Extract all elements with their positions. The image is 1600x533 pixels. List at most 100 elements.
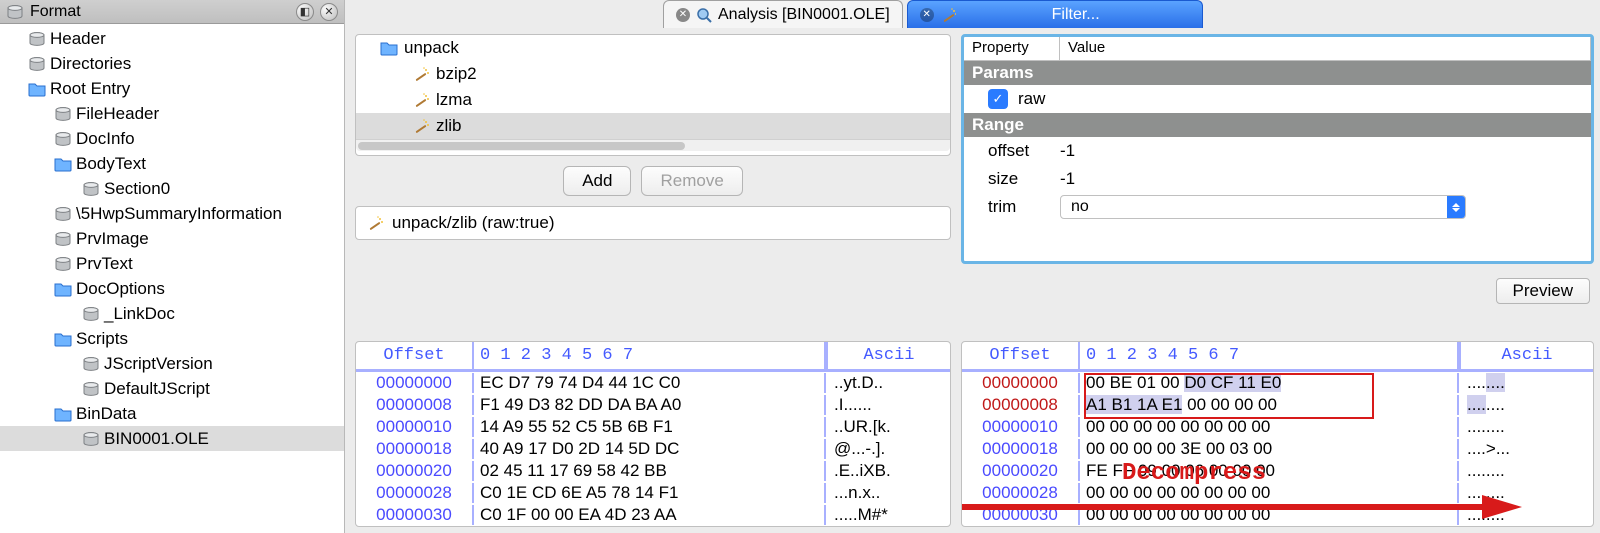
folder-icon — [54, 331, 72, 347]
sidebar-header: Format ◧ ✕ — [0, 0, 344, 24]
tab-filter[interactable]: ✕ Filter... — [907, 0, 1203, 28]
tree-item[interactable]: PrvText — [0, 251, 344, 276]
tree-item-label: Header — [50, 29, 106, 49]
tab-analysis[interactable]: ✕ Analysis [BIN0001.OLE] — [663, 0, 903, 28]
hex-offset: 00000018 — [356, 439, 474, 459]
preview-row: Preview — [961, 270, 1594, 304]
unpack-item[interactable]: lzma — [356, 87, 950, 113]
tree-item-label: BodyText — [76, 154, 146, 174]
tab-bar: ✕ Analysis [BIN0001.OLE] ✕ Filter... — [345, 0, 1600, 28]
close-icon[interactable]: ✕ — [920, 8, 934, 22]
tree-item[interactable]: Header — [0, 26, 344, 51]
chevron-updown-icon[interactable] — [1447, 196, 1465, 218]
database-icon — [82, 182, 100, 196]
hex-bytes: 00 00 00 00 3E 00 03 00 — [1080, 439, 1459, 459]
hex-ascii: ........ — [1459, 461, 1593, 481]
sidebar-close-button[interactable]: ✕ — [320, 3, 338, 21]
range-offset-row[interactable]: offset -1 — [964, 137, 1591, 165]
database-icon — [82, 307, 100, 321]
trim-select[interactable]: no — [1060, 195, 1466, 219]
hex-ascii: ........ — [1459, 373, 1593, 393]
tree-item[interactable]: _LinkDoc — [0, 301, 344, 326]
tree-item[interactable]: JScriptVersion — [0, 351, 344, 376]
unpack-item[interactable]: zlib — [356, 113, 950, 139]
hex-ascii: @...-.]. — [826, 439, 950, 459]
folder-icon — [54, 156, 72, 172]
hex-ascii: .....M#* — [826, 505, 950, 525]
hex-pane-right[interactable]: Offset 0 1 2 3 4 5 6 7 Ascii 0000000000 … — [961, 341, 1594, 527]
tree-item[interactable]: BodyText — [0, 151, 344, 176]
param-raw-row[interactable]: ✓ raw — [964, 85, 1591, 113]
hex-ascii: ..yt.D.. — [826, 373, 950, 393]
offset-key: offset — [988, 141, 1050, 161]
col-property: Property — [964, 37, 1060, 60]
hex-col-bytes: 0 1 2 3 4 5 6 7 — [474, 342, 826, 369]
unpack-tree[interactable]: unpack bzip2lzmazlib — [356, 35, 950, 139]
section-range: Range — [964, 113, 1591, 137]
hex-bytes: C0 1E CD 6E A5 78 14 F1 — [474, 483, 826, 503]
tree-item[interactable]: FileHeader — [0, 101, 344, 126]
trim-value: no — [1061, 198, 1447, 216]
hex-body-left: 00000000EC D7 79 74 D4 44 1C C0..yt.D.. 0… — [356, 372, 950, 526]
hex-offset: 00000030 — [356, 505, 474, 525]
folder-icon — [28, 81, 46, 97]
hex-header: Offset 0 1 2 3 4 5 6 7 Ascii — [356, 342, 950, 372]
section-params: Params — [964, 61, 1591, 85]
hex-offset: 00000008 — [962, 395, 1080, 415]
tree-item[interactable]: BinData — [0, 401, 344, 426]
hex-bytes: 00 00 00 00 00 00 00 00 — [1080, 483, 1459, 503]
add-button[interactable]: Add — [563, 166, 631, 196]
hex-bytes: EC D7 79 74 D4 44 1C C0 — [474, 373, 826, 393]
stack-icon — [6, 5, 24, 19]
tree-item[interactable]: Scripts — [0, 326, 344, 351]
tree-item-label: \5HwpSummaryInformation — [76, 204, 282, 224]
param-raw-label: raw — [1018, 89, 1045, 109]
hex-bytes: 40 A9 17 D0 2D 14 5D DC — [474, 439, 826, 459]
hex-offset: 00000010 — [356, 417, 474, 437]
hex-row: 0000002002 45 11 17 69 58 42 BB.E..iXB. — [356, 460, 950, 482]
hex-pane-left[interactable]: Offset 0 1 2 3 4 5 6 7 Ascii 00000000EC … — [355, 341, 951, 527]
tree-item[interactable]: BIN0001.OLE — [0, 426, 344, 451]
hex-offset: 00000000 — [356, 373, 474, 393]
hex-ascii: ...n.x.. — [826, 483, 950, 503]
tree-item[interactable]: DocOptions — [0, 276, 344, 301]
checkbox-checked-icon[interactable]: ✓ — [988, 89, 1008, 109]
offset-value: -1 — [1060, 141, 1075, 161]
hex-offset: 00000028 — [962, 483, 1080, 503]
hex-offset: 00000018 — [962, 439, 1080, 459]
tree-item[interactable]: DocInfo — [0, 126, 344, 151]
tree-item[interactable]: Directories — [0, 51, 344, 76]
hex-row: 0000001000 00 00 00 00 00 00 00........ — [962, 416, 1593, 438]
hex-col-ascii: Ascii — [1459, 342, 1593, 369]
hex-bytes: 00 00 00 00 00 00 00 00 — [1080, 505, 1459, 525]
tree-item[interactable]: Root Entry — [0, 76, 344, 101]
database-icon — [82, 357, 100, 371]
hex-col-bytes: 0 1 2 3 4 5 6 7 — [1080, 342, 1459, 369]
tree-item-label: BIN0001.OLE — [104, 429, 209, 449]
range-size-row[interactable]: size -1 — [964, 165, 1591, 193]
close-icon[interactable]: ✕ — [676, 8, 690, 22]
hex-row: 00000020FE FF 09 00 06 00 00 00........ — [962, 460, 1593, 482]
tree-item[interactable]: PrvImage — [0, 226, 344, 251]
unpack-root[interactable]: unpack — [356, 35, 950, 61]
tree-item[interactable]: \5HwpSummaryInformation — [0, 201, 344, 226]
remove-button[interactable]: Remove — [641, 166, 742, 196]
tree-view[interactable]: HeaderDirectoriesRoot EntryFileHeaderDoc… — [0, 24, 344, 533]
unpack-item[interactable]: bzip2 — [356, 61, 950, 87]
tree-item[interactable]: Section0 — [0, 176, 344, 201]
hex-row: 00000030C0 1F 00 00 EA 4D 23 AA.....M#* — [356, 504, 950, 526]
h-scrollbar[interactable] — [356, 139, 950, 151]
preview-button[interactable]: Preview — [1496, 278, 1590, 304]
sidebar-collapse-button[interactable]: ◧ — [296, 3, 314, 21]
tree-item[interactable]: DefaultJScript — [0, 376, 344, 401]
hex-offset: 00000008 — [356, 395, 474, 415]
hex-bytes: 14 A9 55 52 C5 5B 6B F1 — [474, 417, 826, 437]
folder-icon — [54, 281, 72, 297]
hex-bytes: FE FF 09 00 06 00 00 00 — [1080, 461, 1459, 481]
trim-key: trim — [988, 197, 1050, 217]
search-icon — [696, 7, 712, 23]
range-trim-row[interactable]: trim no — [964, 193, 1591, 221]
unpack-label: unpack — [404, 38, 459, 58]
property-header: Property Value — [964, 37, 1591, 61]
tree-item-label: Root Entry — [50, 79, 130, 99]
